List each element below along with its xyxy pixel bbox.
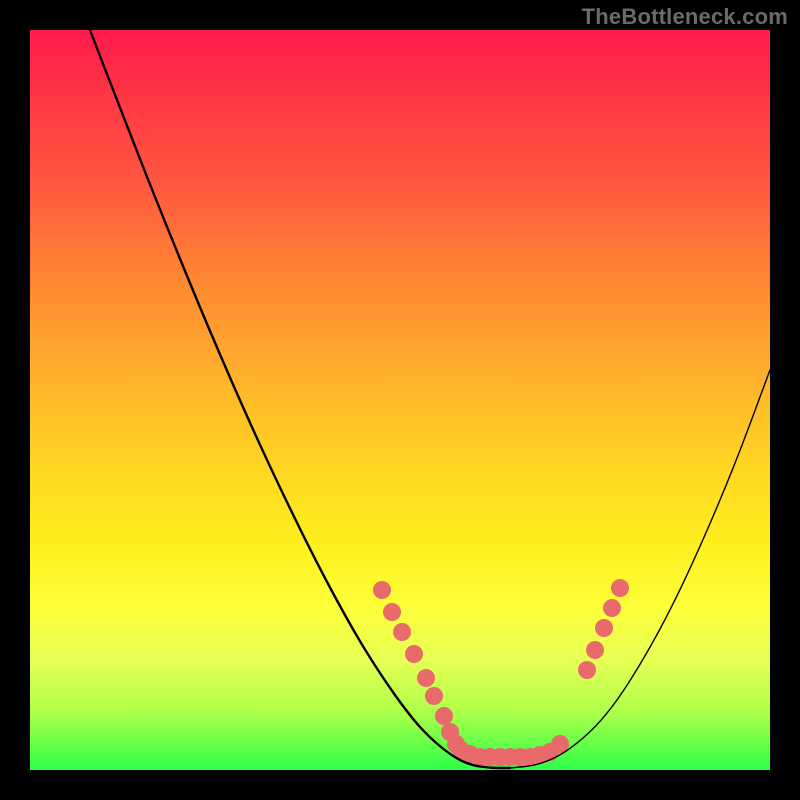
- highlight-dot: [578, 661, 596, 679]
- highlight-dot: [417, 669, 435, 687]
- highlight-dot: [405, 645, 423, 663]
- chart-svg: [30, 30, 770, 770]
- highlight-dot: [595, 619, 613, 637]
- curve-left: [90, 30, 510, 768]
- highlight-dot: [373, 581, 391, 599]
- highlight-dot: [383, 603, 401, 621]
- plot-area: [30, 30, 770, 770]
- scatter-highlight: [373, 579, 629, 766]
- highlight-dot: [435, 707, 453, 725]
- outer-frame: TheBottleneck.com: [0, 0, 800, 800]
- highlight-dot: [611, 579, 629, 597]
- highlight-dot: [586, 641, 604, 659]
- highlight-dot: [425, 687, 443, 705]
- highlight-dot: [603, 599, 621, 617]
- highlight-dot: [393, 623, 411, 641]
- curve-right: [510, 370, 770, 768]
- attribution-text: TheBottleneck.com: [582, 4, 788, 30]
